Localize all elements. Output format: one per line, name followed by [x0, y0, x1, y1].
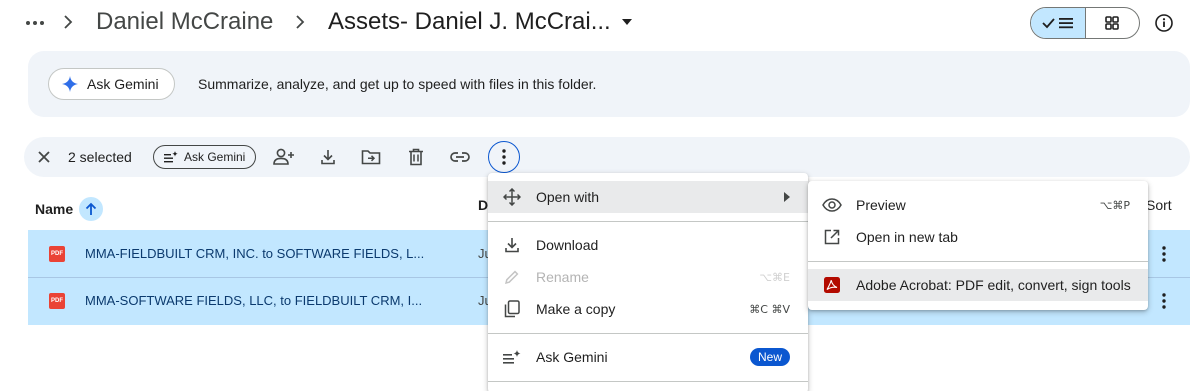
share-button[interactable]	[272, 145, 296, 169]
make-copy-label: Make a copy	[536, 301, 616, 317]
column-header-name[interactable]: Name	[35, 197, 104, 221]
grid-icon	[1105, 16, 1120, 30]
pencil-icon	[500, 265, 524, 289]
menu-divider	[488, 381, 808, 382]
open-with-submenu: Preview ⌥⌘P Open in new tab Adobe Acroba…	[808, 181, 1148, 310]
gemini-list-icon	[164, 151, 178, 163]
menu-divider	[808, 261, 1148, 262]
move-button[interactable]	[359, 145, 383, 169]
clear-selection-button[interactable]	[32, 145, 56, 169]
copy-icon	[500, 297, 524, 321]
menu-divider	[488, 221, 808, 222]
delete-button[interactable]	[404, 145, 428, 169]
more-vert-icon	[1162, 246, 1166, 262]
adobe-acrobat-icon	[820, 273, 844, 297]
pdf-file-icon: PDF	[49, 246, 65, 262]
info-button[interactable]	[1152, 11, 1176, 35]
column-header-name-label: Name	[35, 201, 74, 217]
menu-item-rename[interactable]: Rename ⌥⌘E	[488, 261, 808, 293]
selected-count: 2 selected	[68, 149, 132, 165]
submenu-item-open-new-tab[interactable]: Open in new tab	[808, 221, 1148, 253]
open-in-new-icon	[820, 225, 844, 249]
rename-shortcut: ⌥⌘E	[759, 271, 790, 284]
person-add-icon	[273, 148, 294, 165]
chevron-right-icon	[294, 14, 306, 30]
column-header-date[interactable]: D	[478, 197, 488, 213]
menu-item-open-with[interactable]: Open with	[488, 181, 808, 213]
context-menu: Open with Download Rename ⌥⌘E Make a cop…	[488, 173, 808, 391]
info-icon	[1155, 14, 1173, 32]
arrow-up-icon	[86, 202, 97, 215]
more-vert-icon	[502, 149, 506, 165]
menu-item-download[interactable]: Download	[488, 229, 808, 261]
submenu-arrow-icon	[784, 192, 790, 202]
row-more-button[interactable]	[1152, 242, 1176, 266]
more-actions-button[interactable]	[488, 141, 520, 173]
copy-link-button[interactable]	[448, 145, 472, 169]
download-icon	[321, 150, 335, 165]
more-horiz-icon	[26, 21, 44, 25]
new-badge: New	[749, 348, 790, 366]
chevron-right-icon	[62, 14, 74, 30]
row-more-button[interactable]	[1152, 289, 1176, 313]
sort-button[interactable]: Sort	[1146, 197, 1172, 213]
ask-gemini-label: Ask Gemini	[87, 76, 159, 92]
ask-gemini-button[interactable]: Ask Gemini	[48, 68, 175, 100]
adobe-acrobat-label: Adobe Acrobat: PDF edit, convert, sign t…	[856, 277, 1131, 293]
submenu-item-adobe-acrobat[interactable]: Adobe Acrobat: PDF edit, convert, sign t…	[808, 269, 1148, 301]
menu-item-make-copy[interactable]: Make a copy ⌘C ⌘V	[488, 293, 808, 325]
breadcrumb-current-folder[interactable]: Assets- Daniel J. McCrai...	[328, 8, 633, 36]
move-arrows-icon	[500, 185, 524, 209]
more-breadcrumbs-button[interactable]	[22, 10, 48, 36]
gemini-sparkle-icon	[62, 76, 78, 92]
open-with-label: Open with	[536, 189, 600, 205]
ask-gemini-selection-label: Ask Gemini	[184, 150, 246, 164]
pdf-file-icon: PDF	[49, 293, 65, 309]
view-toggle	[1030, 7, 1140, 39]
close-icon	[38, 151, 50, 163]
file-name[interactable]: MMA-SOFTWARE FIELDS, LLC, to FIELDBUILT …	[85, 293, 422, 308]
menu-divider	[488, 333, 808, 334]
more-vert-icon	[1162, 293, 1166, 309]
download-icon	[500, 233, 524, 257]
dropdown-arrow-icon	[621, 19, 632, 25]
make-copy-shortcut: ⌘C ⌘V	[749, 303, 790, 316]
preview-label: Preview	[856, 197, 906, 213]
check-list-icon	[1042, 18, 1073, 29]
sort-ascending-button[interactable]	[79, 197, 104, 221]
submenu-item-preview[interactable]: Preview ⌥⌘P	[808, 189, 1148, 221]
gemini-list-icon	[500, 345, 524, 369]
gemini-banner-text: Summarize, analyze, and get up to speed …	[198, 76, 597, 92]
download-label: Download	[536, 237, 599, 253]
ask-gemini-menu-label: Ask Gemini	[536, 349, 608, 365]
trash-icon	[409, 148, 423, 166]
eye-icon	[820, 193, 844, 217]
list-view-button[interactable]	[1031, 8, 1086, 38]
download-button[interactable]	[316, 145, 340, 169]
open-new-tab-label: Open in new tab	[856, 229, 958, 245]
ask-gemini-selection-button[interactable]: Ask Gemini	[153, 145, 257, 169]
folder-move-icon	[361, 150, 381, 165]
menu-item-ask-gemini[interactable]: Ask Gemini New	[488, 341, 808, 373]
rename-label: Rename	[536, 269, 589, 285]
link-icon	[450, 152, 470, 162]
breadcrumb-parent[interactable]: Daniel McCraine	[96, 8, 273, 36]
breadcrumb-current-label: Assets- Daniel J. McCrai...	[328, 8, 611, 35]
preview-shortcut: ⌥⌘P	[1099, 199, 1130, 212]
grid-view-button[interactable]	[1086, 8, 1140, 38]
file-name[interactable]: MMA-FIELDBUILT CRM, INC. to SOFTWARE FIE…	[85, 246, 424, 261]
